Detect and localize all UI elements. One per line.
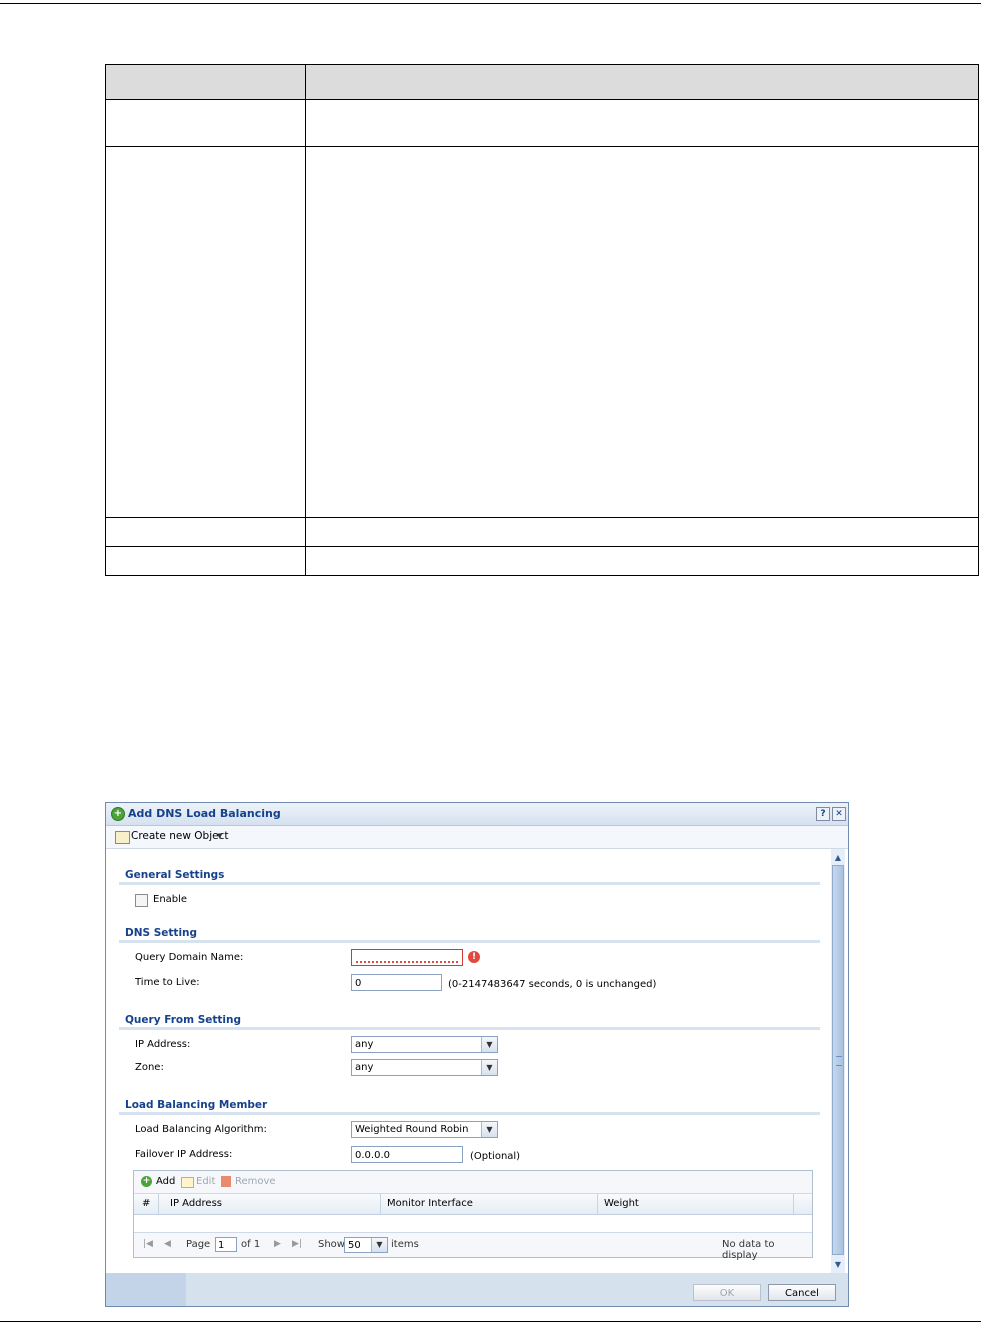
failover-ip-address-input[interactable]: 0.0.0.0: [351, 1146, 463, 1163]
section-divider: [119, 882, 820, 885]
load-balancing-algorithm-select[interactable]: Weighted Round Robin ▼: [351, 1121, 498, 1138]
cancel-button[interactable]: Cancel: [768, 1284, 836, 1301]
table-row: [105, 146, 979, 518]
failover-hint: (Optional): [470, 1151, 521, 1162]
page-label: Page: [186, 1239, 211, 1250]
document-table: [105, 64, 979, 576]
chevron-down-icon[interactable]: ▼: [371, 1238, 387, 1252]
show-label: Show: [318, 1239, 345, 1250]
dialog-content: General Settings Enable DNS Setting Quer…: [106, 849, 830, 1273]
dns-setting-title: DNS Setting: [125, 927, 198, 939]
create-new-object-menu[interactable]: Create new Object: [131, 830, 228, 842]
last-page-icon[interactable]: ▶|: [292, 1239, 302, 1249]
time-to-live-label: Time to Live:: [135, 977, 200, 988]
table-row: [105, 517, 979, 547]
trash-icon: [221, 1176, 231, 1187]
top-rule: [0, 3, 981, 4]
column-header-monitor-interface[interactable]: Monitor Interface: [387, 1198, 473, 1209]
dialog-toolbar: Create new Object ▼: [106, 826, 848, 849]
column-separator: [158, 1194, 159, 1214]
ok-button[interactable]: OK: [693, 1284, 761, 1301]
grid-pagination: |◀ ◀ Page 1 of 1 ▶ ▶| Show 50 ▼ items No…: [134, 1232, 812, 1261]
load-balancing-algorithm-label: Load Balancing Algorithm:: [135, 1124, 267, 1135]
scroll-up-icon[interactable]: ▲: [831, 851, 845, 864]
object-icon: [115, 831, 130, 844]
add-icon: +: [111, 807, 125, 821]
bottom-rule: [0, 1321, 981, 1322]
chevron-down-icon[interactable]: ▼: [481, 1122, 497, 1137]
column-separator: [597, 1194, 598, 1214]
query-from-setting-title: Query From Setting: [125, 1014, 242, 1026]
column-separator: [380, 1194, 381, 1214]
failover-ip-address-value: 0.0.0.0: [355, 1150, 390, 1161]
query-domain-name-input[interactable]: [351, 949, 463, 966]
no-data-label: No data to display: [722, 1239, 775, 1261]
dialog-title: Add DNS Load Balancing: [128, 807, 281, 820]
edit-icon: [181, 1177, 194, 1188]
load-balancing-algorithm-value: Weighted Round Robin: [355, 1124, 469, 1135]
section-divider: [119, 1112, 820, 1115]
first-page-icon[interactable]: |◀: [143, 1239, 153, 1249]
scrollbar-thumb[interactable]: [832, 865, 844, 1255]
chevron-down-icon[interactable]: ▼: [481, 1060, 497, 1075]
grid-header: # IP Address Monitor Interface Weight: [134, 1194, 812, 1215]
failover-ip-address-label: Failover IP Address:: [135, 1149, 233, 1160]
load-balancing-member-grid: + Add Edit Remove # IP Address Monitor I…: [133, 1170, 813, 1261]
grip-icon: [836, 1056, 842, 1066]
dialog-footer: OK Cancel: [106, 1273, 848, 1306]
page-total-label: of 1: [241, 1239, 261, 1250]
column-separator: [793, 1194, 794, 1214]
column-header-number[interactable]: #: [142, 1198, 150, 1209]
enable-checkbox[interactable]: [135, 894, 148, 907]
section-divider: [119, 1027, 820, 1030]
help-button[interactable]: ?: [816, 807, 830, 821]
column-header-ip-address[interactable]: IP Address: [170, 1198, 222, 1209]
vertical-scrollbar[interactable]: ▲ ▼: [831, 849, 845, 1273]
zone-label: Zone:: [135, 1062, 164, 1073]
zone-select[interactable]: any ▼: [351, 1059, 498, 1076]
load-balancing-member-title: Load Balancing Member: [125, 1099, 268, 1111]
column-header-weight[interactable]: Weight: [604, 1198, 639, 1209]
error-icon: !: [468, 951, 480, 963]
time-to-live-hint: (0-2147483647 seconds, 0 is unchanged): [448, 979, 657, 990]
query-domain-name-label: Query Domain Name:: [135, 952, 244, 963]
close-button[interactable]: ✕: [832, 807, 846, 821]
page-size-value: 50: [348, 1240, 361, 1251]
add-icon[interactable]: +: [141, 1176, 152, 1187]
dialog-titlebar[interactable]: + Add DNS Load Balancing ? ✕: [106, 803, 848, 826]
page-size-select[interactable]: 50 ▼: [344, 1237, 388, 1253]
chevron-down-icon[interactable]: ▼: [481, 1037, 497, 1052]
chevron-down-icon[interactable]: ▼: [217, 832, 222, 840]
edit-button[interactable]: Edit: [196, 1176, 215, 1187]
add-button[interactable]: Add: [156, 1176, 175, 1187]
scroll-down-icon[interactable]: ▼: [831, 1258, 845, 1271]
error-underline: [356, 961, 458, 963]
enable-label: Enable: [153, 894, 188, 905]
table-header-row: [105, 64, 979, 100]
table-header-cell-label: [105, 64, 306, 100]
ip-address-select[interactable]: any ▼: [351, 1036, 498, 1053]
grid-toolbar: + Add Edit Remove: [134, 1171, 812, 1194]
table-row: [105, 546, 979, 576]
time-to-live-input[interactable]: 0: [351, 974, 442, 991]
table-row: [105, 99, 979, 147]
section-divider: [119, 940, 820, 943]
prev-page-icon[interactable]: ◀: [164, 1239, 171, 1249]
page-input[interactable]: 1: [215, 1237, 237, 1252]
remove-button[interactable]: Remove: [235, 1176, 276, 1187]
add-dns-load-balancing-dialog: + Add DNS Load Balancing ? ✕ Create new …: [105, 802, 849, 1307]
page-value: 1: [218, 1240, 225, 1251]
ip-address-label: IP Address:: [135, 1039, 191, 1050]
zone-value: any: [355, 1062, 374, 1073]
general-settings-title: General Settings: [125, 869, 225, 881]
table-header-cell-description: [305, 64, 979, 100]
next-page-icon[interactable]: ▶: [274, 1239, 281, 1249]
footer-accent: [106, 1273, 186, 1306]
items-label: items: [391, 1239, 419, 1250]
ip-address-value: any: [355, 1039, 374, 1050]
time-to-live-value: 0: [355, 978, 362, 989]
